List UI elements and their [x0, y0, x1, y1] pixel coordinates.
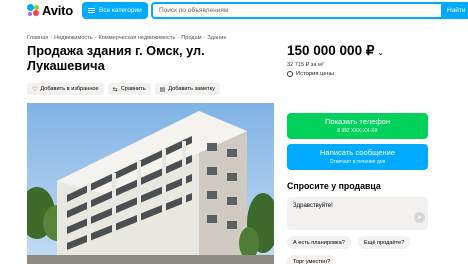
add-to-favorites-button[interactable]: ♡ Добавить в избранное [27, 83, 104, 95]
listing-photo[interactable] [27, 103, 274, 264]
logo-text: Avito [42, 3, 74, 18]
avito-logo[interactable]: Avito [27, 3, 73, 18]
price-per-m2: 32 715 ₽ за м² [287, 62, 324, 68]
price-value: 150 000 000 ₽ [287, 43, 375, 58]
compare-button[interactable]: ⇆ Сравнить [107, 83, 151, 95]
chevron-down-icon: ⌄ [377, 48, 385, 57]
phone-masked: 8 992 XXX-XX-XX [337, 128, 378, 134]
show-phone-label: Показать телефон [324, 117, 391, 126]
breadcrumb-item[interactable]: Продам [181, 35, 201, 41]
write-message-label: Написать сообщение [319, 148, 396, 157]
message-input[interactable]: Здравствуйте! [287, 197, 428, 230]
all-categories-label: Все категории [99, 7, 142, 14]
search-placeholder: Поиск по объявлениям [159, 7, 229, 14]
find-label: Найти [447, 7, 466, 14]
clock-icon [287, 71, 293, 77]
message-text: Здравствуйте! [293, 203, 333, 209]
ask-seller-title: Спросите у продавца [287, 181, 381, 191]
listing-actions: ♡ Добавить в избранное ⇆ Сравнить ▤ Доба… [27, 83, 220, 95]
quick-question-chip[interactable]: Ещё продаёте? [358, 236, 411, 249]
compare-icon: ⇆ [112, 86, 118, 93]
header: Avito Все категории Поиск по объявлениям… [0, 0, 468, 22]
breadcrumb-item[interactable]: Главная [27, 35, 48, 41]
response-time: Отвечает в течение дня [329, 159, 386, 165]
favorite-label: Добавить в избранное [40, 86, 99, 92]
note-label: Добавить заметку [168, 86, 215, 92]
find-button[interactable]: Найти [441, 2, 468, 19]
quick-question-chip[interactable]: А есть планировка? [287, 236, 351, 249]
compare-label: Сравнить [120, 86, 146, 92]
avito-logo-icon [27, 4, 40, 17]
breadcrumb-item[interactable]: Недвижимость [54, 35, 92, 41]
breadcrumb-item[interactable]: Коммерческая недвижимость [99, 35, 176, 41]
show-phone-button[interactable]: Показать телефон 8 992 XXX-XX-XX [287, 113, 428, 139]
breadcrumb: Главная · Недвижимость · Коммерческая недвиж… [27, 35, 227, 41]
breadcrumb-item[interactable]: Здание [207, 35, 226, 41]
heart-icon: ♡ [32, 86, 38, 93]
price-history-label: История цены [296, 71, 334, 77]
building-photo [27, 103, 274, 264]
menu-icon [88, 8, 95, 13]
write-message-button[interactable]: Написать сообщение Отвечает в течение дн… [287, 144, 428, 170]
add-note-button[interactable]: ▤ Добавить заметку [154, 83, 220, 95]
search-input[interactable]: Поиск по объявлениям [151, 2, 441, 19]
price[interactable]: 150 000 000 ₽ ⌄ [287, 43, 384, 59]
all-categories-button[interactable]: Все категории [82, 2, 148, 19]
send-icon: ➤ [416, 215, 423, 221]
quick-question-chip[interactable]: Торг уместен? [287, 255, 337, 264]
note-icon: ▤ [159, 86, 166, 93]
send-button[interactable]: ➤ [414, 212, 425, 223]
page-title: Продажа здания г. Омск, ул. Лукашевича [27, 43, 205, 73]
price-history-link[interactable]: История цены [287, 71, 334, 77]
